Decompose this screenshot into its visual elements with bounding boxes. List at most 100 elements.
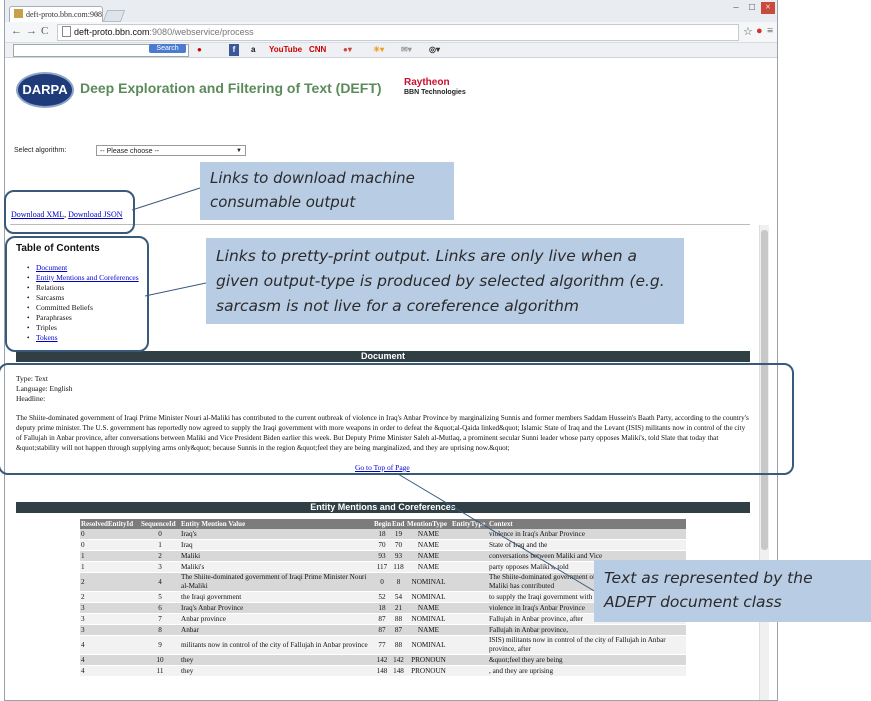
table-cell: 4 [80,654,140,666]
table-cell: 9 [140,635,180,655]
download-highlight [4,190,135,234]
menu-icon[interactable]: ≡ [767,25,773,37]
chevron-down-icon: ▼ [236,148,242,154]
table-cell: 52 [373,591,391,603]
table-cell: Anbar province [180,613,373,625]
close-tab-icon[interactable]: × [94,7,99,23]
ask-icon[interactable]: ● [197,44,202,56]
amazon-icon[interactable]: a [251,44,255,56]
table-cell: 142 [373,654,391,666]
table-cell: 10 [140,654,180,666]
table-cell [451,572,488,592]
star-icon[interactable]: ☆ [743,25,753,38]
table-cell [451,602,488,614]
table-cell [451,635,488,655]
table-cell: PRONOUN [406,665,451,677]
navigation-bar: ← → C deft-proto.bbn.com:9080/webservice… [5,22,777,43]
table-cell: 6 [140,602,180,614]
table-cell: NOMINAL [406,591,451,603]
favicon-icon [14,9,23,18]
column-header: Entity Mention Value [180,519,373,529]
table-cell [451,561,488,573]
table-cell: 142 [391,654,406,666]
back-icon[interactable]: ← [11,25,22,37]
table-cell: 18 [373,529,391,540]
table-cell: 2 [80,591,140,603]
forward-icon[interactable]: → [26,25,37,37]
close-window-icon[interactable]: × [761,2,775,14]
table-cell: 2 [80,572,140,592]
facebook-icon[interactable]: f [229,44,239,56]
table-cell: 2 [140,550,180,562]
table-cell [451,654,488,666]
table-cell: 70 [373,539,391,551]
table-cell: NAME [406,529,451,540]
table-cell: 11 [140,665,180,677]
browser-tab[interactable]: deft-proto.bbn.com:9080 × [9,6,103,23]
callout-pretty-print: Links to pretty-print output. Links are … [206,238,684,324]
table-cell: 8 [391,572,406,592]
table-cell: Maliki's [180,561,373,573]
table-cell: NAME [406,550,451,562]
cnn-icon[interactable]: CNN [309,44,326,56]
table-cell: Anbar [180,624,373,636]
table-cell: the Iraqi government [180,591,373,603]
table-cell: 4 [80,665,140,677]
table-cell: 4 [80,635,140,655]
column-header: Begin [373,519,391,529]
table-cell: 1 [80,550,140,562]
darpa-logo: DARPA [16,72,74,108]
raytheon-logo: Raytheon [404,77,450,88]
table-cell: PRONOUN [406,654,451,666]
table-row: 0 1 Iraq 70 70 NAME State of Iraq and the [80,539,686,551]
title-bar: deft-proto.bbn.com:9080 × – □ × [5,0,777,23]
page-icon [62,26,71,37]
table-cell: 118 [391,561,406,573]
maximize-icon[interactable]: □ [745,2,759,14]
table-cell: 87 [373,613,391,625]
table-row: 4 10 they 142 142 PRONOUN &quot;feel they are … [80,654,686,666]
table-cell: 77 [373,635,391,655]
tab-title: deft-proto.bbn.com:9080 [26,10,103,19]
address-bar[interactable]: deft-proto.bbn.com:9080/webservice/proce… [57,24,739,41]
table-cell: 88 [391,635,406,655]
column-header: End [391,519,406,529]
mail-icon[interactable]: ✉▾ [401,44,412,56]
table-cell: 18 [373,602,391,614]
callout-download: Links to download machine consumable out… [200,162,454,220]
table-cell: 3 [140,561,180,573]
table-cell: they [180,654,373,666]
table-cell: 7 [140,613,180,625]
table-cell [451,591,488,603]
weather-icon[interactable]: ☀▾ [373,44,384,56]
table-cell: Maliki [180,550,373,562]
sports-icon[interactable]: ●▾ [343,44,352,56]
algorithm-select[interactable]: -- Please choose -- ▼ [96,145,246,156]
table-cell: 8 [140,624,180,636]
toolbar-search-button[interactable]: Search [149,44,186,53]
minimize-icon[interactable]: – [729,2,743,14]
extension-icon[interactable]: ● [756,25,763,37]
table-cell: 0 [140,529,180,540]
table-cell: 0 [373,572,391,592]
bbn-logo: BBN Technologies [404,89,466,96]
table-cell: militants now in control of the city of … [180,635,373,655]
table-cell [451,613,488,625]
table-cell: &quot;feel they are being [488,654,686,666]
document-heading: Document [16,351,750,362]
new-tab-button[interactable] [102,10,126,22]
table-cell: 93 [391,550,406,562]
table-cell: The Shiite-dominated government of Iraqi… [180,572,373,592]
table-header-row: ResolvedEntityId SequenceId Entity Mention… [80,519,686,529]
entities-heading: Entity Mentions and Coreferences [16,502,750,513]
table-cell: Iraq's Anbar Province [180,602,373,614]
table-cell: NOMINAL [406,572,451,592]
youtube-icon[interactable]: YouTube [269,44,302,56]
table-row: 4 11 they 148 148 PRONOUN, and they are upris… [80,665,686,677]
table-cell: 148 [373,665,391,677]
table-cell: NOMINAL [406,613,451,625]
table-cell: 3 [80,613,140,625]
table-cell [451,529,488,540]
more-icon[interactable]: ◎▾ [429,44,440,56]
reload-icon[interactable]: C [41,25,48,37]
